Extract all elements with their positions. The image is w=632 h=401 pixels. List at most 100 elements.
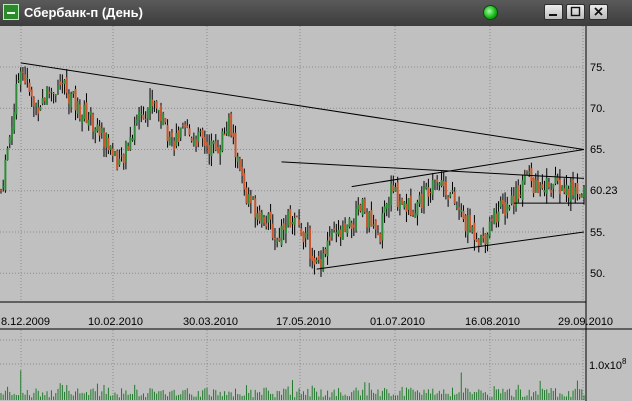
candle-up xyxy=(433,183,436,185)
candle-up xyxy=(523,174,526,183)
candle-up xyxy=(63,79,66,85)
candle-down xyxy=(464,215,467,232)
candle-up xyxy=(423,187,426,207)
candle-down xyxy=(52,92,55,94)
candle-up xyxy=(153,102,156,104)
title-bar[interactable]: Сбербанк-п (День) xyxy=(0,0,632,26)
candle-down xyxy=(278,237,281,241)
candle-down xyxy=(363,198,366,212)
candle-up xyxy=(54,94,57,96)
candle-down xyxy=(328,236,331,241)
candle-up xyxy=(2,186,5,188)
candle-down xyxy=(477,239,480,246)
candle-down xyxy=(201,129,204,139)
candle-down xyxy=(122,154,125,164)
candle-down xyxy=(59,81,62,85)
candle-up xyxy=(15,83,18,115)
candle-down xyxy=(576,183,579,195)
candle-up xyxy=(19,71,22,85)
candle-up xyxy=(510,195,513,204)
candle-down xyxy=(319,259,322,268)
candle-up xyxy=(545,178,548,194)
trendlines xyxy=(20,62,585,270)
candle-down xyxy=(429,191,432,193)
candle-down xyxy=(195,139,198,147)
minimize-button[interactable] xyxy=(544,4,563,20)
candle-up xyxy=(506,203,509,213)
candle-up xyxy=(493,209,496,224)
candle-up xyxy=(326,240,329,257)
candle-up xyxy=(372,224,375,227)
candle-down xyxy=(396,182,399,207)
candle-down xyxy=(273,237,276,240)
candle-down xyxy=(504,202,507,216)
candle-down xyxy=(324,248,327,255)
candle-up xyxy=(280,225,283,246)
volume-bars xyxy=(0,370,585,400)
candle-up xyxy=(466,215,469,235)
candle-down xyxy=(116,150,119,170)
candle-up xyxy=(455,205,458,208)
candle-up xyxy=(293,218,296,225)
candle-down xyxy=(24,74,27,84)
candle-down xyxy=(313,258,316,265)
price-label-75: 75. xyxy=(590,62,605,74)
candle-up xyxy=(543,190,546,193)
candle-down xyxy=(289,208,292,228)
candle-up xyxy=(348,218,351,227)
candle-down xyxy=(67,94,70,104)
date-label: 10.02.2010 xyxy=(88,316,143,328)
candle-down xyxy=(469,215,472,231)
candle-up xyxy=(304,232,307,239)
candle-up xyxy=(8,136,11,144)
candle-down xyxy=(370,210,373,227)
candle-down xyxy=(238,158,241,170)
candle-down xyxy=(526,170,529,172)
candle-down xyxy=(482,235,485,239)
candle-down xyxy=(282,223,285,230)
candle-down xyxy=(550,190,553,193)
chart-window: Сбербанк-п (День) 75. 70. 65. 60.23 55. … xyxy=(0,0,632,401)
candle-up xyxy=(247,194,250,205)
price-chart[interactable]: 75. 70. 65. 60.23 55. 50. 1.0x108 8.12.2… xyxy=(0,26,632,401)
candle-up xyxy=(225,130,228,134)
candle-up xyxy=(398,200,401,209)
candle-up xyxy=(140,114,143,116)
candle-up xyxy=(330,230,333,239)
candle-down xyxy=(170,132,173,138)
candle-down xyxy=(458,207,461,210)
candle-up xyxy=(4,159,7,191)
price-label-70: 70. xyxy=(590,103,605,115)
candle-up xyxy=(212,141,215,145)
candle-up xyxy=(341,225,344,240)
trendline[interactable] xyxy=(316,231,585,270)
candle-down xyxy=(190,138,193,141)
candle-down xyxy=(186,125,189,128)
candle-up xyxy=(138,111,141,121)
candle-up xyxy=(113,151,116,157)
candle-down xyxy=(366,212,369,228)
candle-down xyxy=(490,218,493,222)
candle-up xyxy=(227,117,230,136)
candle-up xyxy=(416,201,419,216)
candle-down xyxy=(556,177,559,181)
close-button[interactable] xyxy=(589,4,608,20)
price-candles xyxy=(0,66,585,277)
candle-down xyxy=(495,213,498,223)
candle-up xyxy=(13,111,16,131)
candle-up xyxy=(287,211,290,226)
price-label-65: 65. xyxy=(590,144,605,156)
candle-down xyxy=(442,180,445,187)
candle-down xyxy=(263,217,266,224)
candle-up xyxy=(197,131,200,142)
candle-down xyxy=(344,223,347,231)
candle-up xyxy=(440,179,443,186)
candle-down xyxy=(409,195,412,216)
candle-up xyxy=(387,203,390,209)
candle-down xyxy=(558,179,561,195)
maximize-button[interactable] xyxy=(566,4,585,20)
candle-down xyxy=(155,101,158,109)
candle-down xyxy=(78,104,81,119)
price-label-last: 60.23 xyxy=(590,185,618,197)
candle-down xyxy=(164,118,167,123)
